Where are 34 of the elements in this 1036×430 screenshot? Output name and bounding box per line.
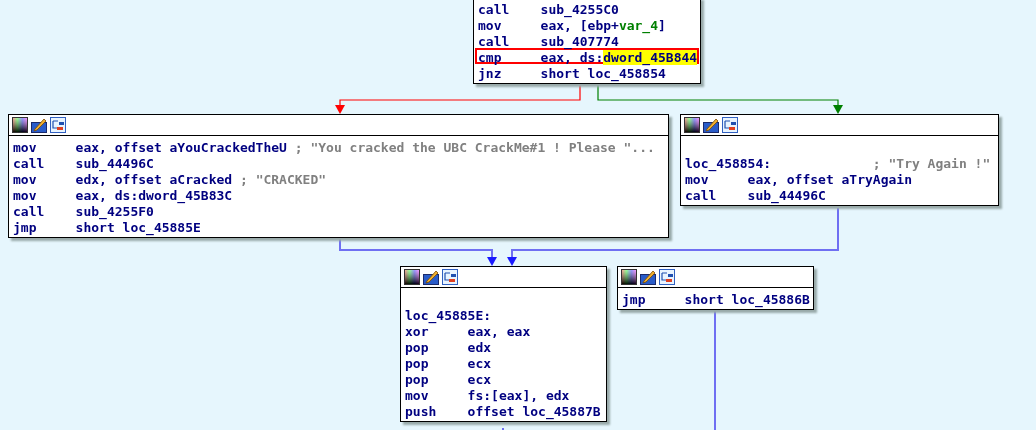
palette-icon[interactable] — [404, 269, 420, 285]
pencil-icon[interactable] — [423, 269, 439, 285]
palette-icon[interactable] — [12, 117, 28, 133]
code-line: call sub_4255F0 — [12, 204, 155, 218]
code-line: mov eax, offset aYouCrackedTheU ; "You cracked the UBC CrackMe#1 ! Please "... — [12, 139, 656, 154]
code-line: jnz short loc_458854 — [477, 66, 667, 80]
palette-icon[interactable] — [621, 269, 637, 285]
pencil-icon[interactable] — [703, 117, 719, 133]
pencil-icon[interactable] — [31, 117, 47, 133]
code-line: mov fs:[eax], edx — [404, 387, 571, 402]
graph-icon[interactable] — [659, 269, 675, 285]
graph-icon[interactable] — [50, 117, 66, 133]
graph-icon[interactable] — [442, 269, 458, 285]
code-line: call sub_44496C — [684, 187, 827, 202]
palette-icon[interactable] — [684, 117, 700, 133]
graph-icon[interactable] — [722, 117, 738, 133]
edge-line — [502, 427, 504, 430]
code-line: pop ecx — [404, 371, 493, 386]
code-line: mov edx, offset aCracked ; "CRACKED" — [12, 172, 328, 186]
code-line: mov eax, offset aTryAgain — [684, 172, 913, 186]
code-line: call sub_4255C0 — [477, 1, 620, 16]
code-line: mov eax, [ebp+var_4] — [477, 18, 667, 32]
code-line: pop edx — [404, 339, 493, 354]
code-line: call sub_44496C — [12, 155, 155, 170]
code-line: push offset loc_45887B — [404, 403, 602, 418]
code-line: jmp short loc_45885E — [12, 220, 202, 234]
code-line: jmp short loc_45886B — [621, 291, 811, 306]
code-line: loc_45885E: — [404, 307, 493, 322]
pencil-icon[interactable] — [640, 269, 656, 285]
code-line: loc_458854: ; "Try Again !" — [684, 155, 992, 170]
code-line: pop ecx — [404, 355, 493, 370]
code-line: call sub_407774 — [477, 34, 620, 48]
code-line: mov eax, ds:dword_45B83C — [12, 187, 234, 202]
code-line: xor eax, eax — [404, 324, 532, 338]
